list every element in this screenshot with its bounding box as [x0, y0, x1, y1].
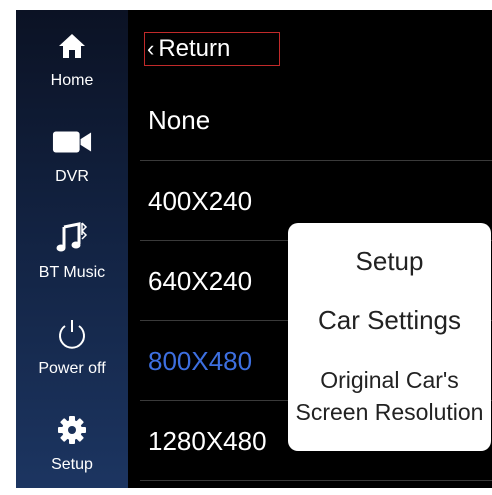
instruction-callout: Setup Car Settings Original Car's Screen… [288, 223, 491, 451]
sidebar-item-label: Home [50, 72, 94, 89]
sidebar-item-home[interactable]: Home [16, 10, 128, 106]
sidebar-item-setup[interactable]: Setup [16, 394, 128, 488]
callout-step-resolution: Original Car's Screen Resolution [296, 364, 484, 428]
gear-icon [52, 410, 92, 450]
bt-music-icon [52, 218, 92, 258]
sidebar-item-label: Setup [51, 456, 93, 473]
camera-icon [52, 122, 92, 162]
callout-line: Original Car's [320, 367, 459, 393]
option-label: 400X240 [148, 185, 253, 216]
power-icon [52, 314, 92, 354]
sidebar-item-label: DVR [55, 168, 89, 185]
option-label: 640X240 [148, 265, 253, 296]
sidebar-item-bt-music[interactable]: BT Music [16, 202, 128, 298]
return-button[interactable]: ‹ Return [144, 32, 280, 66]
callout-step-setup: Setup [355, 246, 424, 276]
resolution-option[interactable]: None [138, 80, 492, 160]
sidebar: Home DVR BT Music Power off Setup [16, 10, 128, 488]
home-icon [52, 26, 92, 66]
callout-line: Screen Resolution [295, 399, 484, 425]
chevron-left-icon: ‹ [147, 36, 155, 61]
sidebar-item-label: BT Music [38, 264, 106, 281]
option-label: 1280X480 [148, 425, 267, 456]
sidebar-item-power-off[interactable]: Power off [16, 298, 128, 394]
option-label: 800X480 [148, 345, 253, 376]
option-label: None [148, 104, 211, 135]
sidebar-item-dvr[interactable]: DVR [16, 106, 128, 202]
sidebar-item-label: Power off [38, 360, 106, 377]
divider [140, 480, 492, 481]
callout-step-car-settings: Car Settings [317, 305, 462, 335]
return-label: Return [158, 35, 231, 62]
